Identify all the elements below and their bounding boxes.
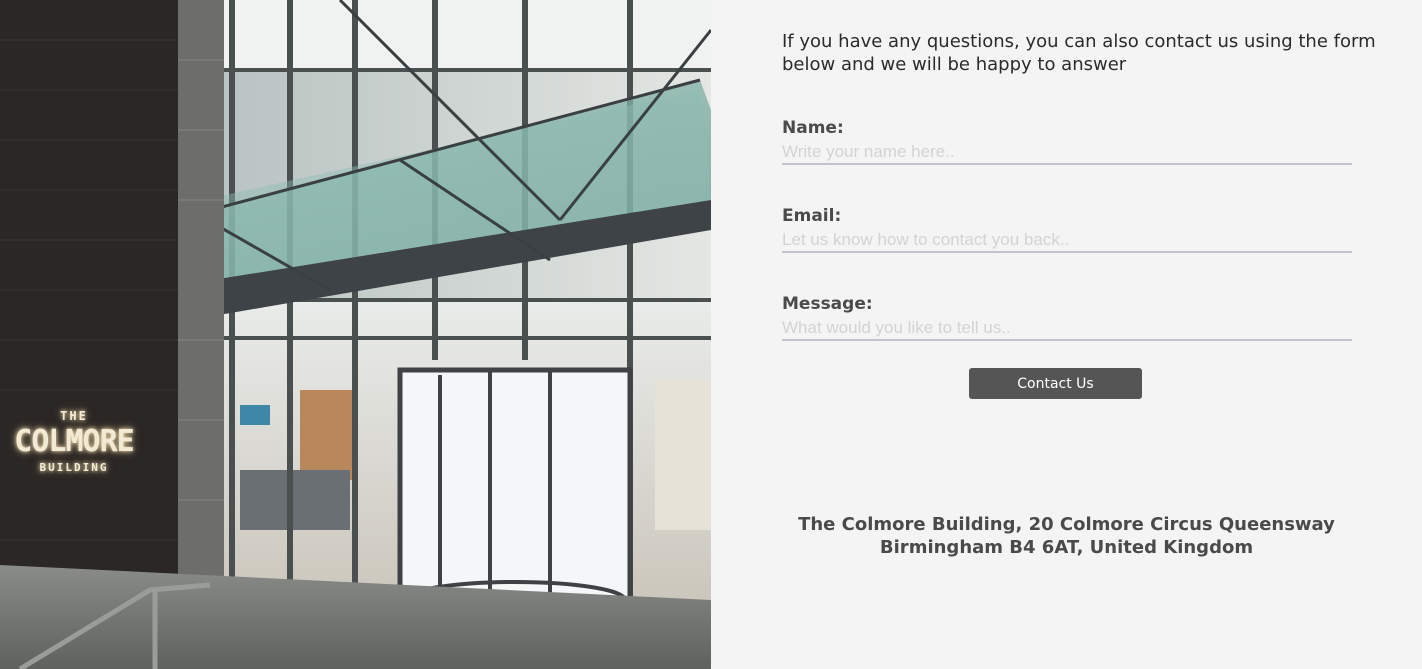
address-line-2: Birmingham B4 6AT, United Kingdom	[879, 537, 1254, 558]
sign-line-3: BUILDING	[39, 461, 109, 474]
building-photo: THE COLMORE BUILDING	[0, 0, 711, 669]
building-illustration	[0, 0, 711, 669]
contact-panel: If you have any questions, you can also …	[711, 0, 1422, 669]
message-input[interactable]	[782, 316, 1352, 341]
name-field-group: Name:	[782, 118, 1352, 165]
email-field-group: Email:	[782, 206, 1352, 253]
email-label: Email:	[782, 206, 842, 226]
building-sign: THE COLMORE BUILDING	[14, 410, 134, 473]
name-input[interactable]	[782, 140, 1352, 165]
contact-intro: If you have any questions, you can also …	[782, 31, 1376, 75]
sign-line-1: THE	[60, 409, 88, 423]
message-field-group: Message:	[782, 294, 1352, 341]
sign-line-2: COLMORE	[14, 424, 134, 459]
address-line-1: The Colmore Building, 20 Colmore Circus …	[798, 514, 1335, 535]
email-input[interactable]	[782, 228, 1352, 253]
postal-address: The Colmore Building, 20 Colmore Circus …	[711, 513, 1422, 559]
name-label: Name:	[782, 118, 844, 138]
message-label: Message:	[782, 294, 873, 314]
contact-us-button[interactable]: Contact Us	[969, 368, 1142, 399]
